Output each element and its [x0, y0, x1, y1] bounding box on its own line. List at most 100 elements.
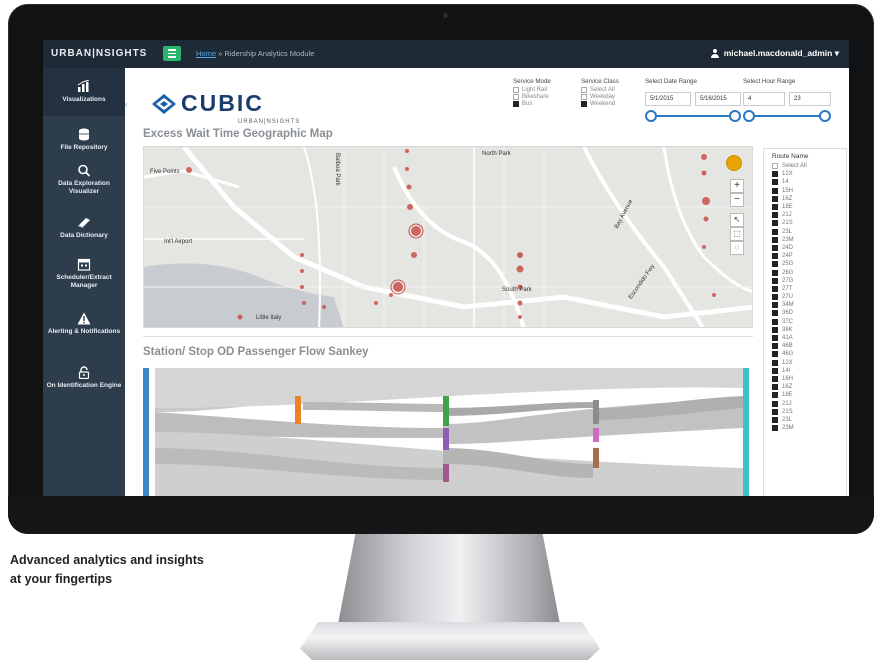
- checkbox[interactable]: [772, 351, 778, 358]
- geographic-map[interactable]: North Park Five Points South Park Little…: [143, 146, 753, 328]
- checkbox[interactable]: [772, 318, 778, 325]
- checkbox[interactable]: [772, 359, 778, 366]
- checkbox[interactable]: [772, 392, 778, 399]
- slider-handle-start[interactable]: [645, 110, 657, 122]
- checkbox[interactable]: [772, 228, 778, 235]
- checkbox[interactable]: [772, 294, 778, 301]
- sidebar-collapse-icon[interactable]: ‹: [125, 100, 128, 109]
- checkbox[interactable]: [772, 261, 778, 268]
- route-item[interactable]: 21S: [768, 219, 842, 227]
- service-class-option[interactable]: Weekday: [581, 94, 619, 100]
- menu-toggle-button[interactable]: [163, 46, 181, 61]
- checkbox[interactable]: [772, 285, 778, 292]
- slider-handle-end[interactable]: [819, 110, 831, 122]
- checkbox[interactable]: [772, 408, 778, 415]
- checkbox[interactable]: [772, 163, 778, 170]
- sidebar-item-identification-engine[interactable]: On Identification Engine: [43, 366, 125, 390]
- checkbox[interactable]: [772, 179, 778, 186]
- checkbox[interactable]: [772, 375, 778, 382]
- checkbox[interactable]: [772, 220, 778, 227]
- checkbox[interactable]: [772, 195, 778, 202]
- route-item[interactable]: 38K: [768, 326, 842, 334]
- route-item[interactable]: 16H: [768, 375, 842, 383]
- checkbox[interactable]: [772, 204, 778, 211]
- checkbox[interactable]: [581, 101, 587, 107]
- route-item[interactable]: 36D: [768, 309, 842, 317]
- date-range-slider[interactable]: [645, 110, 741, 122]
- zoom-out-button[interactable]: −: [730, 193, 744, 207]
- slider-handle-end[interactable]: [729, 110, 741, 122]
- service-class-option[interactable]: Weekend: [581, 101, 619, 107]
- sankey-node[interactable]: [443, 428, 449, 450]
- checkbox[interactable]: [772, 326, 778, 333]
- sidebar-item-scheduler[interactable]: Scheduler/Extract Manager: [43, 258, 125, 290]
- checkbox[interactable]: [772, 187, 778, 194]
- route-item[interactable]: 15H: [768, 187, 842, 195]
- checkbox[interactable]: [772, 171, 778, 178]
- box-select-icon[interactable]: ⬚: [730, 227, 744, 241]
- route-item[interactable]: 24D: [768, 244, 842, 252]
- route-item[interactable]: 46G: [768, 350, 842, 358]
- sidebar-item-alerting[interactable]: Alerting & Notifications: [43, 312, 125, 336]
- sidebar-item-data-dictionary[interactable]: Data Dictionary: [43, 216, 125, 240]
- checkbox[interactable]: [513, 87, 519, 93]
- zoom-in-button[interactable]: +: [730, 179, 744, 193]
- sankey-diagram[interactable]: [143, 368, 753, 496]
- select-tool-icon[interactable]: ↖: [730, 213, 744, 227]
- route-item[interactable]: 14I: [768, 367, 842, 375]
- sidebar-item-file-repository[interactable]: File Repository: [43, 128, 125, 152]
- sankey-node[interactable]: [143, 368, 149, 496]
- route-item[interactable]: 21J: [768, 399, 842, 407]
- service-class-option[interactable]: Select All: [581, 87, 619, 93]
- checkbox[interactable]: [513, 94, 519, 100]
- slider-handle-start[interactable]: [743, 110, 755, 122]
- route-item[interactable]: 18E: [768, 203, 842, 211]
- route-item[interactable]: 23M: [768, 236, 842, 244]
- checkbox[interactable]: [772, 335, 778, 342]
- breadcrumb-home-link[interactable]: Home: [196, 49, 216, 58]
- service-mode-option[interactable]: Bikeshare: [513, 94, 551, 100]
- checkbox[interactable]: [581, 87, 587, 93]
- route-item[interactable]: 14: [768, 178, 842, 186]
- route-item[interactable]: 18E: [768, 391, 842, 399]
- checkbox[interactable]: [772, 253, 778, 260]
- sankey-node[interactable]: [743, 368, 749, 496]
- sankey-node[interactable]: [295, 396, 301, 424]
- map-pin-icon[interactable]: [726, 155, 742, 171]
- hour-range-slider[interactable]: [743, 110, 831, 122]
- end-date-input[interactable]: 5/16/2015: [695, 92, 741, 106]
- end-hour-input[interactable]: 23: [789, 92, 831, 106]
- route-item[interactable]: 24P: [768, 252, 842, 260]
- route-item[interactable]: 23M: [768, 424, 842, 432]
- sankey-node[interactable]: [593, 428, 599, 442]
- route-item[interactable]: 23L: [768, 416, 842, 424]
- sankey-node[interactable]: [443, 396, 449, 426]
- service-mode-option[interactable]: Bus: [513, 101, 551, 107]
- route-select-all[interactable]: Select All: [768, 162, 842, 170]
- start-date-input[interactable]: 5/1/2015: [645, 92, 691, 106]
- checkbox[interactable]: [772, 269, 778, 276]
- checkbox[interactable]: [772, 212, 778, 219]
- route-item[interactable]: 41A: [768, 334, 842, 342]
- service-mode-option[interactable]: Light Rail: [513, 87, 551, 93]
- checkbox[interactable]: [772, 425, 778, 432]
- checkbox[interactable]: [772, 244, 778, 251]
- checkbox[interactable]: [772, 302, 778, 309]
- route-item[interactable]: 27U: [768, 293, 842, 301]
- checkbox[interactable]: [772, 236, 778, 243]
- route-item[interactable]: 12X: [768, 359, 842, 367]
- checkbox[interactable]: [772, 343, 778, 350]
- checkbox[interactable]: [513, 101, 519, 107]
- route-item[interactable]: 46B: [768, 342, 842, 350]
- route-item[interactable]: 23L: [768, 228, 842, 236]
- route-item[interactable]: 26G: [768, 268, 842, 276]
- sidebar-item-visualizations[interactable]: Visualizations: [43, 68, 125, 116]
- user-menu[interactable]: michael.macdonald_admin ▾: [710, 48, 839, 59]
- sidebar-item-data-exploration[interactable]: Data Exploration Visualizer: [43, 164, 125, 196]
- start-hour-input[interactable]: 4: [743, 92, 785, 106]
- route-item[interactable]: 25G: [768, 260, 842, 268]
- lasso-select-icon[interactable]: ◌: [730, 241, 744, 255]
- route-item[interactable]: 21S: [768, 408, 842, 416]
- checkbox[interactable]: [772, 310, 778, 317]
- sankey-node[interactable]: [593, 400, 599, 424]
